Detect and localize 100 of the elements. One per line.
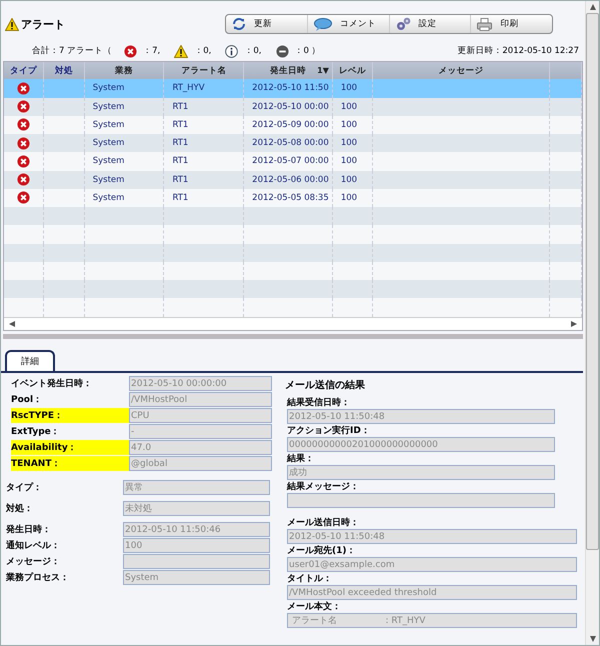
error-icon — [16, 100, 30, 114]
sort-indicator: 1▼ — [317, 66, 329, 76]
table-cell: 100 — [340, 156, 358, 166]
error-icon — [16, 154, 30, 168]
table-cell: System — [92, 138, 124, 148]
value-field: 異常 — [123, 480, 270, 495]
table-cell: System — [92, 192, 124, 203]
table-cell: 100 — [340, 102, 358, 112]
error-icon — [16, 191, 30, 204]
count-text: ：0 ） — [294, 45, 321, 57]
toolbar-button[interactable]: 設定 — [390, 15, 472, 33]
table-cell: 100 — [340, 83, 358, 94]
count-text: ：0, — [244, 45, 262, 57]
value-field: System — [123, 570, 270, 585]
table-cell: 2012-05-10 11:50 — [252, 83, 329, 94]
field-label: 対処： — [6, 502, 34, 516]
field-label: 業務プロセス： — [6, 571, 70, 585]
field-label: Pool： — [11, 394, 44, 407]
value-field: 未対処 — [123, 501, 270, 516]
table-cell: RT1 — [172, 174, 188, 185]
table-cell: System — [92, 83, 124, 94]
speech-bubble-icon — [314, 18, 332, 30]
value-field: アラート名 : RT_HYV — [287, 613, 577, 628]
value-field: 100 — [123, 538, 270, 553]
value-field: /VMHostPool exceeded threshold — [287, 585, 577, 600]
gears-icon — [396, 17, 410, 31]
field-label: 通知レベル： — [6, 539, 61, 553]
stop-icon — [276, 44, 288, 58]
page-title: アラート — [21, 16, 65, 32]
table-cell: RT1 — [172, 102, 188, 112]
vertical-scrollbar[interactable] — [585, 1, 599, 645]
summary-text: 合計：7 アラート（ — [32, 45, 112, 57]
tab[interactable]: 詳細 — [5, 350, 55, 371]
value-field: 2012-05-10 11:50:48 — [287, 529, 577, 544]
refresh-icon — [232, 17, 246, 31]
table-cell: 100 — [340, 120, 358, 130]
field-label: 結果メッセージ： — [287, 480, 360, 493]
field-label: タイトル： — [287, 573, 333, 585]
table-cell: RT1 — [172, 192, 188, 203]
table-cell: RT1 — [172, 120, 188, 130]
field-label: イベント発生日時： — [11, 377, 93, 391]
table-cell: RT1 — [172, 138, 188, 148]
warning-icon — [5, 18, 19, 30]
field-label: メール宛先(1)： — [287, 544, 356, 557]
count-text: ：7, — [143, 45, 160, 57]
table-row[interactable]: System RT1 2012-05-10 00:00 100 — [4, 98, 582, 116]
field-label: RscTYPE： — [11, 408, 129, 423]
value-field: 2012-05-10 00:00:00 — [129, 376, 272, 391]
table-cell: 2012-05-07 00:00 — [252, 156, 329, 166]
toolbar-button[interactable]: 印刷 — [471, 15, 552, 33]
table-cell: System — [92, 102, 124, 112]
error-icon — [16, 173, 30, 186]
warning-icon — [174, 44, 188, 58]
field-label: メール送信日時： — [287, 516, 360, 529]
updated-time: 更新日時：2012-05-10 12:27 — [457, 45, 579, 57]
value-field: 47.0 — [129, 440, 272, 455]
arrow-left-icon[interactable] — [8, 320, 16, 328]
splitter-handle[interactable] — [3, 334, 583, 339]
arrow-down-icon[interactable] — [588, 635, 596, 643]
field-label: TENANT： — [11, 456, 129, 471]
value-field: /VMHostPool — [129, 392, 272, 407]
value-field: 2012-05-10 11:50:48 — [287, 409, 555, 424]
error-icon — [124, 44, 138, 58]
count-text: ：0, — [194, 45, 212, 57]
value-field: 成功 — [287, 465, 555, 480]
field-label: メール本文： — [287, 600, 342, 613]
horizontal-scrollbar[interactable] — [4, 316, 582, 330]
printer-icon — [477, 18, 492, 30]
field-label: アクション実行ID： — [287, 424, 371, 437]
arrow-right-icon[interactable] — [570, 320, 578, 328]
toolbar-button[interactable]: コメント — [308, 15, 390, 33]
value-field: - — [129, 424, 272, 439]
value-field: 00000000000201000000000000 — [287, 437, 555, 452]
arrow-up-icon[interactable] — [588, 3, 596, 11]
table-cell: 100 — [340, 174, 358, 185]
table-cell: System — [92, 156, 124, 166]
table-row[interactable]: System RT1 2012-05-08 00:00 100 — [4, 134, 582, 152]
value-field: @global — [129, 456, 272, 471]
error-icon — [16, 118, 30, 132]
table-cell: System — [92, 174, 124, 185]
field-label: ExtType： — [11, 426, 61, 439]
table-cell: 2012-05-08 00:00 — [252, 138, 329, 148]
field-label: Availability： — [11, 440, 129, 455]
value-field: user01@exsample.com — [287, 557, 577, 572]
error-icon — [16, 82, 30, 95]
field-label: タイプ： — [6, 481, 43, 495]
table-cell: 2012-05-09 00:00 — [252, 120, 329, 130]
table-row[interactable]: System RT_HYV 2012-05-10 11:50 100 — [4, 79, 582, 98]
table-cell: 2012-05-06 00:00 — [252, 174, 329, 185]
table-cell: 100 — [340, 138, 358, 148]
info-icon — [225, 44, 238, 58]
table-cell: 2012-05-10 00:00 — [252, 102, 329, 112]
field-label: メッセージ： — [6, 556, 61, 569]
table-cell: System — [92, 120, 124, 130]
table-row[interactable]: System RT1 2012-05-06 00:00 100 — [4, 170, 582, 189]
table-cell: 100 — [340, 192, 358, 203]
toolbar-button[interactable]: 更新 — [226, 15, 308, 33]
table-cell: 2012-05-05 08:35 — [252, 192, 329, 203]
section-title: メール送信の結果 — [285, 378, 366, 392]
field-label: 発生日時： — [6, 523, 52, 537]
